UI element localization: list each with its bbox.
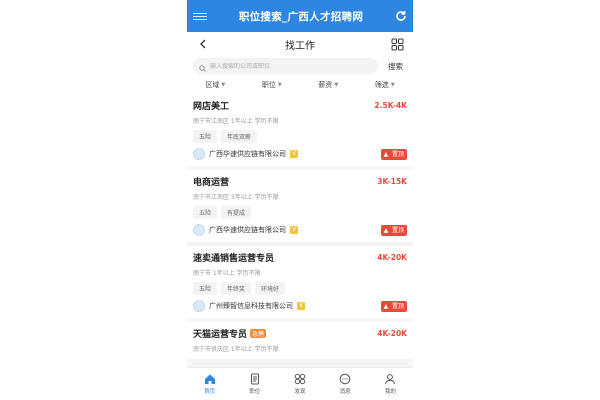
person-icon [385,374,396,385]
job-meta: 南宁市 1年以上 学历不限 [193,270,261,277]
tab-positions[interactable]: 职位 [235,373,275,395]
job-tag: 年底双薪 [221,130,258,143]
tab-label: 发现 [294,389,306,395]
job-tag: 五险 [193,130,218,143]
top-badge: ▲ 置顶 [380,300,407,312]
filter-label: 筛选 [374,81,389,89]
top-badge-label: 置顶 [389,149,406,159]
job-tag: 环境好 [255,282,286,295]
verified-icon: V [290,150,298,158]
search-row: 搜索 [187,56,413,76]
filter-bar: 区域 ▼ 职位 ▼ 薪资 ▼ 筛选 ▼ [187,76,413,95]
app-title: 职位搜索_广西人才招聘网 [238,10,364,23]
job-tag: 有提成 [221,206,252,219]
top-badge: ▲ 置顶 [380,148,407,160]
top-badge: ▲ 置顶 [380,224,407,236]
job-meta: 南宁市江南区 3年以上 学历不限 [193,194,279,201]
company-avatar [193,148,205,160]
pin-icon: ▲ [381,301,390,311]
filter-label: 区域 [205,81,220,89]
job-title-text: 天猫运营专员 [193,330,248,340]
job-title-text: 速卖通销售运营专员 [193,254,275,264]
caret-down-icon: ▼ [221,82,226,88]
job-card[interactable]: 速卖通销售运营专员 4K-20K 南宁市 1年以上 学历不限 五险 年终奖 环境… [187,246,413,318]
top-badge-label: 置顶 [389,225,406,235]
company-name[interactable]: 广西华速供应链有限公司 [209,149,286,159]
search-box [193,58,378,74]
job-title-text: 电商运营 [193,178,230,188]
top-badge-label: 置顶 [389,301,406,311]
tab-discover[interactable]: 发现 [280,373,320,395]
bottom-tab-bar: 首页 职位 发现 消息 我的 [187,367,413,400]
chat-icon [339,373,351,385]
grid-icon[interactable] [389,36,405,52]
grid-icon [294,373,306,385]
caret-down-icon: ▼ [390,82,395,88]
tab-label: 我的 [384,389,396,395]
filter-area[interactable]: 区域 ▼ [205,80,225,90]
filter-label: 薪资 [318,81,333,89]
job-list: 网店美工 2.5K-4K 南宁市江南区 1年以上 学历不限 五险 年底双薪 广西… [187,94,413,368]
tab-label: 消息 [339,389,351,395]
search-icon [199,57,206,76]
job-meta: 南宁市江南区 1年以上 学历不限 [193,118,279,125]
job-card[interactable]: 电商运营 3K-15K 南宁市江南区 3年以上 学历不限 五险 有提成 广西华速… [187,170,413,242]
menu-icon[interactable] [193,12,207,20]
home-icon [204,374,215,384]
job-meta: 南宁市良庆区 1年以上 学历不限 [193,346,279,353]
back-icon[interactable] [195,36,211,52]
page-title: 找工作 [285,40,315,52]
job-title: 速卖通销售运营专员 [193,251,274,264]
job-title-text: 网店美工 [193,102,230,112]
search-button[interactable]: 搜索 [384,61,407,72]
caret-down-icon: ▼ [277,82,282,88]
job-tag: 五险 [193,282,218,295]
job-tags: 五险 年底双薪 [193,130,407,143]
search-input[interactable] [210,62,372,70]
nav-bar: 找工作 [187,32,413,56]
filter-label: 职位 [261,81,276,89]
job-card[interactable]: 天猫运营专员 急聘 4K-20K 南宁市良庆区 1年以上 学历不限 [187,322,413,359]
filter-position[interactable]: 职位 ▼ [262,80,282,90]
job-title: 网店美工 [193,99,229,112]
filter-salary[interactable]: 薪资 ▼ [318,80,338,90]
phone-screen: 职位搜索_广西人才招聘网 找工作 搜索 区域▼ 职位▼ 薪资▼ 筛选▼ [187,0,413,400]
tab-profile[interactable]: 我的 [370,373,410,395]
pin-icon: ▲ [381,149,390,159]
tab-home[interactable]: 首页 [190,373,230,395]
app-title-bar: 职位搜索_广西人才招聘网 [187,0,413,32]
company-avatar [193,224,205,236]
job-tags: 五险 有提成 [193,206,407,219]
filter-more[interactable]: 筛选 ▼ [375,80,395,90]
job-salary: 2.5K-4K [374,101,407,110]
tab-label: 职位 [249,389,261,395]
tab-label: 首页 [204,389,216,395]
job-salary: 4K-20K [377,253,407,262]
job-tag: 年终奖 [221,282,252,295]
company-name[interactable]: 广西华速供应链有限公司 [209,225,286,235]
tab-messages[interactable]: 消息 [325,373,365,395]
job-salary: 3K-15K [377,177,407,186]
refresh-icon[interactable] [395,10,407,22]
document-icon [250,373,259,385]
urgent-badge: 急聘 [250,329,267,338]
company-name[interactable]: 广州臻智信息科技有限公司 [209,301,293,311]
job-title: 电商运营 [193,175,229,188]
verified-icon: V [297,302,305,310]
caret-down-icon: ▼ [334,82,339,88]
job-salary: 4K-20K [377,329,407,338]
job-tag: 五险 [193,206,218,219]
job-tags: 五险 年终奖 环境好 [193,282,407,295]
verified-icon: V [290,226,298,234]
job-card[interactable]: 网店美工 2.5K-4K 南宁市江南区 1年以上 学历不限 五险 年底双薪 广西… [187,94,413,166]
pin-icon: ▲ [381,225,390,235]
job-title: 天猫运营专员 急聘 [193,327,267,340]
company-avatar [193,300,205,312]
